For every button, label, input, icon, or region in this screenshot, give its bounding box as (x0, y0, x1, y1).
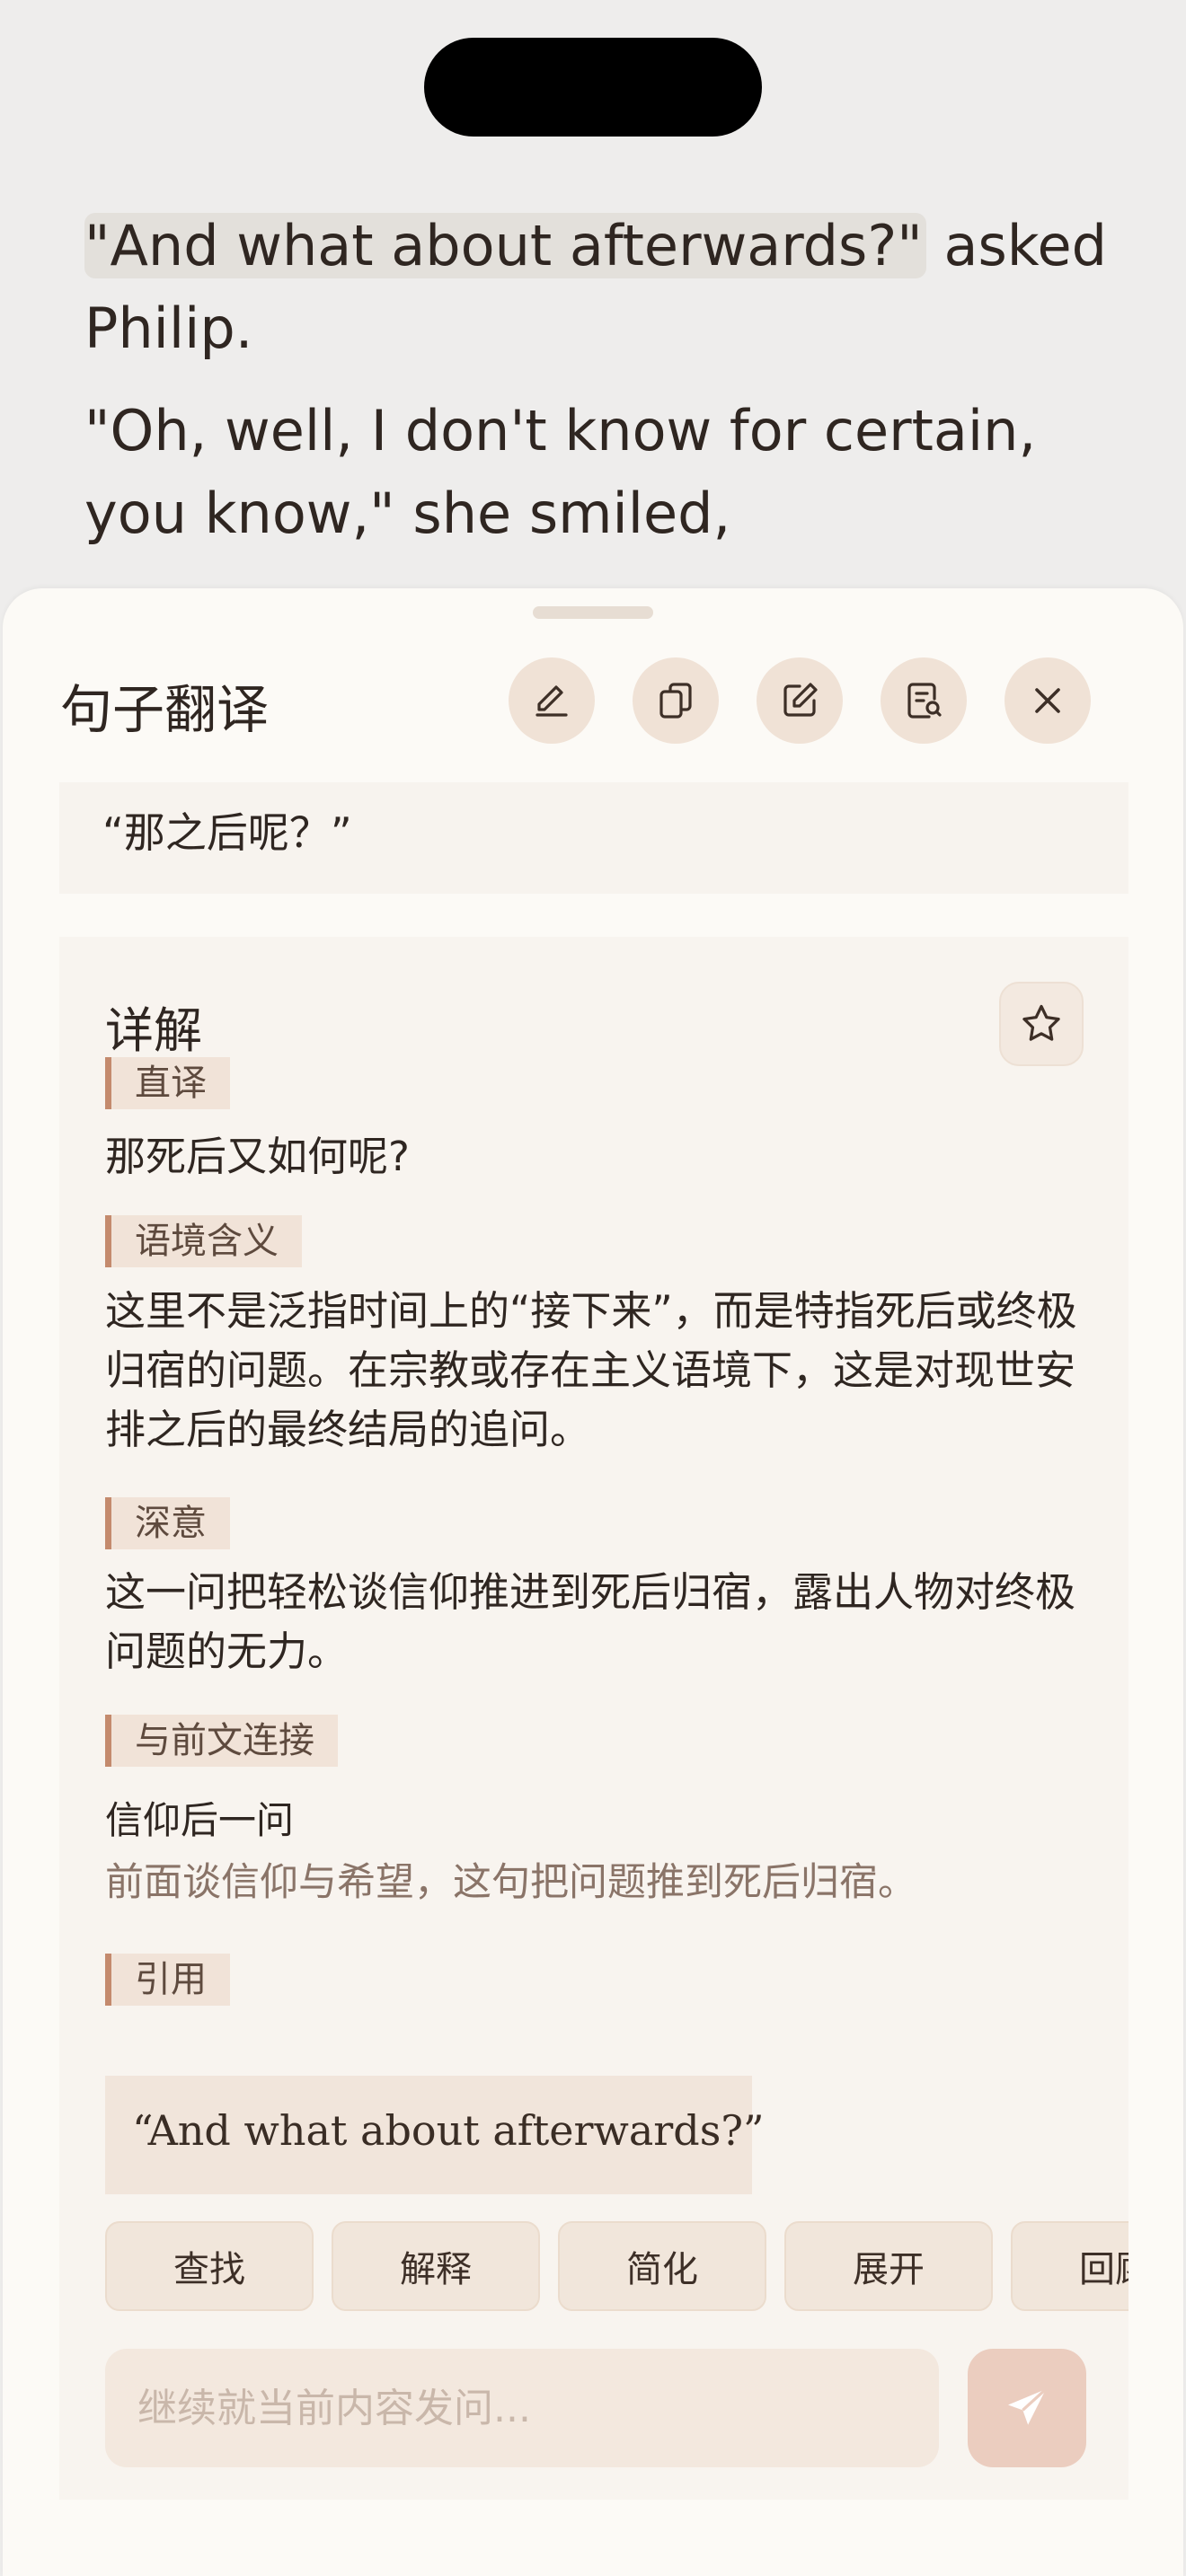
detail-title: 详解 (105, 1002, 202, 1059)
selected-sentence[interactable]: "And what about afterwards?" (84, 213, 926, 278)
chip-explain[interactable]: 解释 (332, 2221, 540, 2311)
deep-meaning-tag: 深意 (105, 1497, 230, 1549)
ask-input[interactable] (105, 2349, 939, 2467)
context-tag: 语境含义 (105, 1215, 302, 1267)
favorite-button[interactable] (999, 982, 1084, 1066)
reader-text: "And what about afterwards?" asked Phili… (84, 205, 1127, 575)
chip-review[interactable]: 回顾 (1011, 2221, 1128, 2311)
chip-find[interactable]: 查找 (105, 2221, 314, 2311)
sheet-grabber[interactable] (533, 606, 653, 619)
sheet-title: 句子翻译 (60, 679, 270, 740)
chip-expand[interactable]: 展开 (784, 2221, 993, 2311)
edit-button[interactable] (757, 657, 843, 744)
pencil-icon (535, 685, 568, 717)
close-icon (1035, 688, 1060, 713)
detail-card: 详解 直译 那死后又如何呢? 语境含义 这里不是泛指时间上的“接下来”，而是特指… (59, 937, 1128, 2500)
translation-text: “那之后呢？” (102, 808, 352, 857)
deep-meaning-text: 这一问把轻松谈信仰推进到死后归宿，露出人物对终极问题的无力。 (105, 1568, 1076, 1675)
star-icon (1022, 1004, 1060, 1041)
literal-text: 那死后又如何呢? (105, 1133, 410, 1180)
context-text: 这里不是泛指时间上的“接下来”，而是特指死后或终极归宿的问题。在宗教或存在主义语… (105, 1287, 1077, 1453)
link-description: 前面谈信仰与希望，这句把问题推到死后归宿。 (105, 1860, 916, 1905)
literal-tag: 直译 (105, 1057, 230, 1109)
translation-sheet: 句子翻译 “那之后呢？” 详解 直译 那死后又如何呢? 语境含义 这里不是泛指时… (3, 588, 1183, 2576)
quote-tag: 引用 (105, 1954, 230, 2006)
send-icon (1008, 2387, 1048, 2425)
link-tag: 与前文连接 (105, 1715, 338, 1767)
link-title: 信仰后一问 (105, 1798, 295, 1842)
search-document-button[interactable] (881, 657, 967, 744)
search-document-icon (907, 683, 942, 719)
chip-simplify[interactable]: 简化 (558, 2221, 766, 2311)
dynamic-island (424, 38, 762, 137)
quote-text: “And what about afterwards?” (132, 2106, 765, 2155)
reader-paragraph-1: "And what about afterwards?" asked Phili… (84, 205, 1127, 370)
edit-icon (783, 683, 818, 717)
copy-icon (659, 683, 692, 719)
reader-paragraph-2: "Oh, well, I don't know for certain, you… (84, 398, 1037, 546)
action-chips: 查找 解释 简化 展开 回顾 (105, 2221, 1128, 2315)
copy-button[interactable] (633, 657, 719, 744)
quote-box: “And what about afterwards?” (105, 2076, 765, 2194)
pencil-button[interactable] (509, 657, 595, 744)
close-button[interactable] (1005, 657, 1091, 744)
send-button[interactable] (968, 2349, 1086, 2467)
translation-box: “那之后呢？” (59, 782, 1128, 894)
